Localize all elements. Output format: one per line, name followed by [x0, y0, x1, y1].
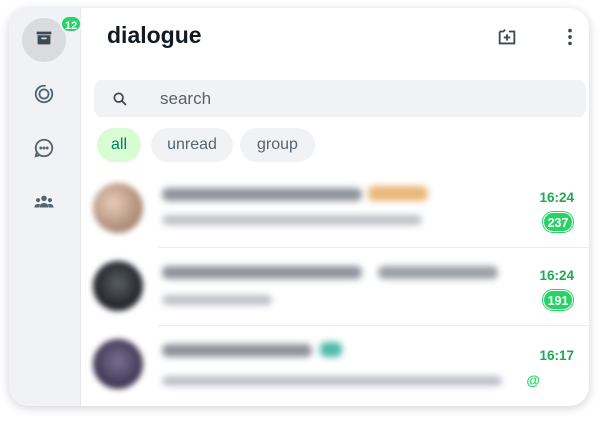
page-title: dialogue: [107, 22, 202, 48]
nav-rail: 12: [9, 8, 83, 406]
chat-emoji-redacted: [368, 186, 428, 201]
channels-icon: [33, 137, 55, 164]
avatar: [93, 261, 143, 311]
more-vertical-icon: [559, 26, 581, 53]
rail-status-button[interactable]: [22, 74, 66, 118]
avatar: [93, 183, 143, 233]
unread-count-badge: 191: [543, 290, 573, 310]
chat-preview-redacted: [162, 376, 502, 386]
new-chat-icon: [496, 26, 518, 53]
chat-name-redacted: [162, 344, 312, 357]
filter-chip-all[interactable]: all: [97, 128, 141, 162]
chat-list-item[interactable]: 16:24 191: [80, 248, 589, 326]
chat-name-redacted: [162, 188, 362, 201]
chats-unread-badge: 12: [60, 15, 83, 33]
unread-count-badge: 237: [543, 212, 573, 232]
avatar: [93, 339, 143, 389]
search-bar[interactable]: [94, 80, 586, 117]
filter-chip-unread[interactable]: unread: [151, 128, 233, 162]
search-input[interactable]: [160, 80, 560, 117]
mention-indicator: @: [526, 372, 540, 388]
chat-emoji-redacted: [320, 342, 342, 357]
new-chat-button[interactable]: [494, 26, 520, 52]
chat-preview-redacted: [162, 295, 272, 305]
chat-preview-redacted: [162, 215, 422, 225]
chat-time: 16:17: [539, 348, 574, 363]
chat-list-panel: dialogue all unread group 16:24: [80, 8, 589, 406]
chat-list-item[interactable]: 16:24 237: [80, 170, 589, 248]
menu-button[interactable]: [557, 26, 583, 52]
chat-time: 16:24: [539, 268, 574, 283]
filter-chip-group[interactable]: group: [240, 128, 315, 162]
chat-name-redacted: [162, 266, 362, 279]
chat-list-item[interactable]: 16:17 @: [80, 326, 589, 404]
chat-name-suffix-redacted: [378, 266, 498, 279]
rail-channels-button[interactable]: [22, 128, 66, 172]
chat-time: 16:24: [539, 190, 574, 205]
rail-chats-button[interactable]: 12: [22, 15, 83, 62]
status-icon: [33, 83, 55, 110]
chats-icon: [33, 27, 55, 54]
communities-icon: [33, 191, 55, 218]
chat-app-window: 12 dialogue search all unread group 16:2…: [9, 8, 589, 406]
rail-communities-button[interactable]: [22, 182, 66, 226]
